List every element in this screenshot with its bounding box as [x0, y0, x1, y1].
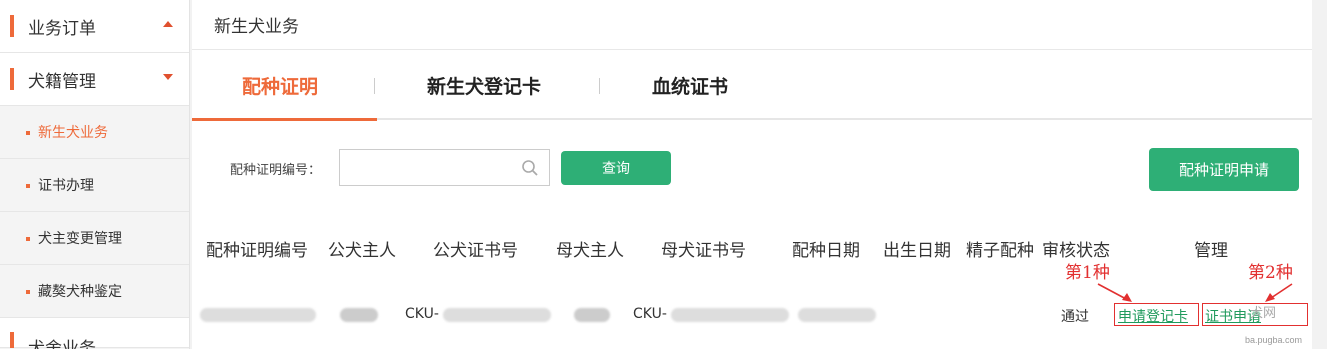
main-panel: 新生犬业务 配种证明 新生犬登记卡 血统证书 配种证明编号： 查询 配种证明申请…: [192, 0, 1312, 349]
search-label: 配种证明编号：: [230, 163, 322, 178]
redacted-female-cert: [671, 308, 789, 322]
redacted-male-cert: [443, 308, 551, 322]
watermark-url: ba.pugba.com: [1245, 335, 1303, 345]
column-header: 出生日期: [883, 241, 951, 261]
tab-pedigree[interactable]: 血统证书: [652, 72, 728, 99]
sidebar-group-orders[interactable]: 业务订单: [0, 0, 189, 53]
sidebar-item-label: 新生犬业务: [38, 125, 108, 141]
tab-divider: [374, 78, 375, 94]
tab-bar: 配种证明 新生犬登记卡 血统证书: [192, 50, 1312, 121]
status-text: 通过: [1061, 309, 1089, 325]
sidebar-group-registry[interactable]: 犬籍管理: [0, 53, 189, 106]
bullet-icon: [26, 237, 30, 241]
sidebar-group-kennel[interactable]: 犬舍业务: [0, 318, 189, 349]
sidebar: 业务订单 犬籍管理 新生犬业务 证书办理 犬主变更管理 藏獒犬种鉴定 犬舍业务: [0, 0, 190, 349]
bullet-icon: [26, 290, 30, 294]
sidebar-item-label: 证书办理: [38, 178, 94, 194]
query-button[interactable]: 查询: [561, 151, 671, 185]
watermark-logo: 犬网: [1250, 305, 1277, 320]
column-header: 公犬主人: [328, 241, 396, 261]
sidebar-item-newborn[interactable]: 新生犬业务: [0, 106, 189, 159]
bullet-icon: [26, 131, 30, 135]
tab-newborn-card[interactable]: 新生犬登记卡: [427, 72, 541, 99]
sidebar-accent-bar: [10, 15, 14, 37]
column-header: 精子配种: [966, 241, 1034, 261]
column-header: 公犬证书号: [433, 241, 518, 261]
annotation-box: [1114, 303, 1199, 326]
redacted-proof-number: [200, 308, 316, 322]
sidebar-group-label: 犬籍管理: [28, 71, 96, 92]
redacted-male-owner: [340, 308, 378, 322]
sidebar-item-owner-change[interactable]: 犬主变更管理: [0, 212, 189, 265]
caret-down-icon: [163, 74, 173, 80]
tab-divider: [599, 78, 600, 94]
tab-breeding-proof[interactable]: 配种证明: [242, 72, 318, 99]
column-header: 配种证明编号: [206, 241, 308, 261]
sidebar-item-label: 藏獒犬种鉴定: [38, 284, 122, 300]
sidebar-item-label: 犬主变更管理: [38, 231, 122, 247]
male-cert-prefix: CKU-: [405, 306, 439, 322]
caret-up-icon: [163, 21, 173, 27]
sidebar-group-label: 犬舍业务: [28, 339, 96, 349]
page-title: 新生犬业务: [192, 0, 1312, 50]
column-header: 母犬证书号: [661, 241, 746, 261]
table-row: CKU- CKU- 通过 申请登记卡 证书申请: [192, 284, 1312, 349]
sidebar-accent-bar: [10, 332, 14, 348]
active-tab-underline: [192, 118, 377, 121]
scrollbar[interactable]: [1312, 0, 1327, 349]
page: 业务订单 犬籍管理 新生犬业务 证书办理 犬主变更管理 藏獒犬种鉴定 犬舍业务: [0, 0, 1327, 349]
apply-breeding-proof-button[interactable]: 配种证明申请: [1149, 148, 1299, 191]
bullet-icon: [26, 184, 30, 188]
sidebar-accent-bar: [10, 68, 14, 90]
sidebar-item-certificates[interactable]: 证书办理: [0, 159, 189, 212]
column-header: 管理: [1194, 241, 1228, 261]
annotation-arrow-icon: [1265, 283, 1293, 302]
female-cert-prefix: CKU-: [633, 306, 667, 322]
sidebar-item-mastiff-check[interactable]: 藏獒犬种鉴定: [0, 265, 189, 318]
redacted-dates: [798, 308, 876, 322]
search-input[interactable]: [339, 149, 550, 186]
column-header: 配种日期: [792, 241, 860, 261]
search-icon: [522, 160, 538, 176]
annotation-arrow-icon: [1097, 283, 1132, 302]
redacted-female-owner: [574, 308, 610, 322]
sidebar-group-label: 业务订单: [28, 18, 96, 39]
column-header: 母犬主人: [556, 241, 624, 261]
